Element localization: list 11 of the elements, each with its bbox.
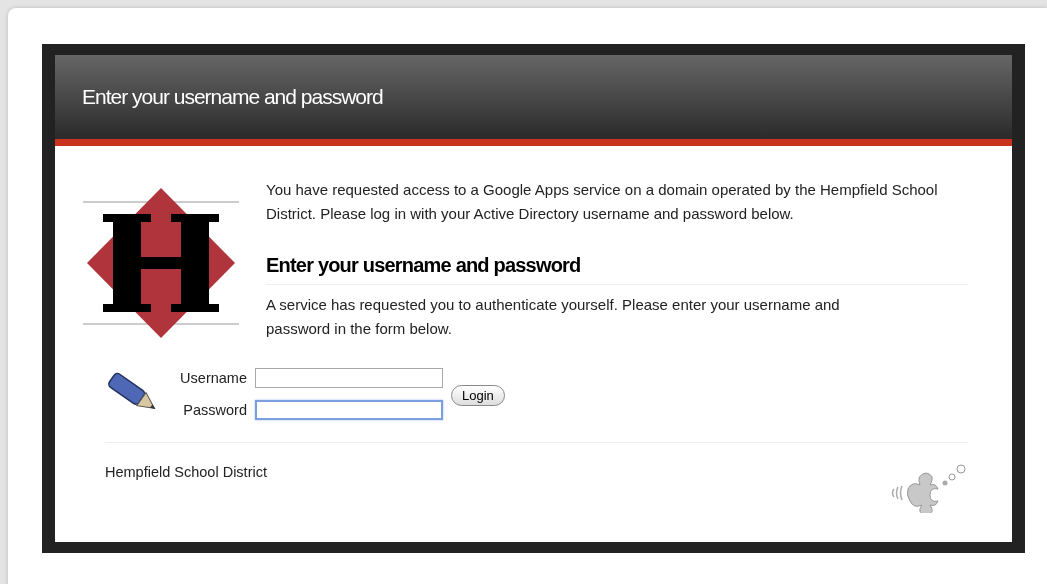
input-field[interactable] — [255, 368, 443, 388]
field-label: Password — [182, 402, 247, 418]
section-text: A service has requested you to authenticate yourself. Please enter your username and password in the form below. — [266, 295, 841, 339]
header-title: Enter your username and password — [82, 85, 383, 109]
field-label: Username — [179, 370, 247, 386]
login-button[interactable]: Login — [451, 384, 505, 406]
footer-text: Hempfield School District — [105, 464, 267, 480]
input-field[interactable] — [255, 400, 443, 420]
puzzle-mascot-icon — [890, 461, 968, 513]
intro-text: You have requested access to a Google Apps service on a domain operated by the Hempfield School District. Please log in with your Active Directory username and password below. — [266, 180, 939, 224]
section-title: Enter your username and password — [266, 254, 968, 285]
